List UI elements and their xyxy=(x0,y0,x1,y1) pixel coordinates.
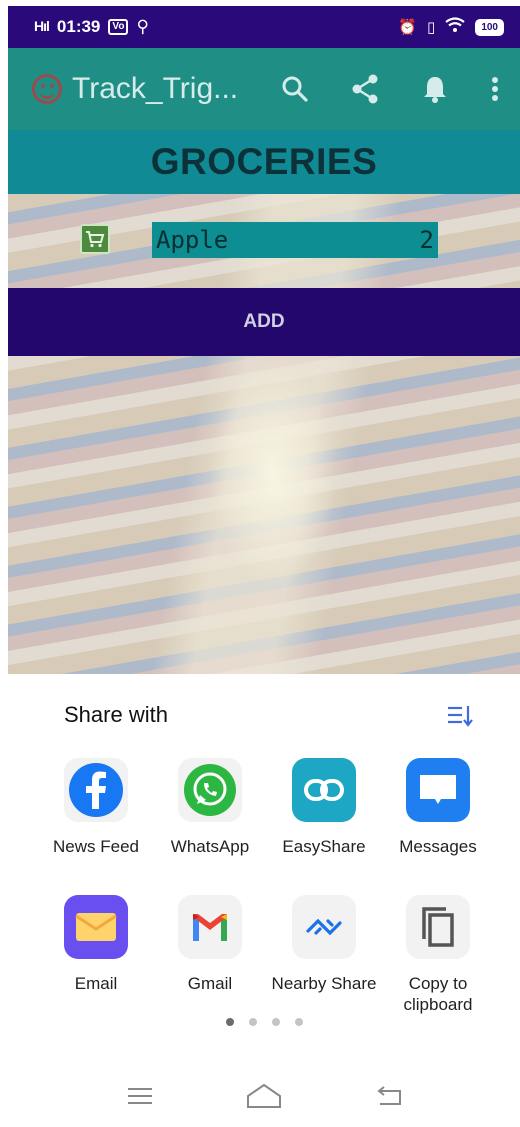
shopping-cart-icon xyxy=(80,224,110,254)
item-quantity: 2 xyxy=(419,226,434,254)
page-indicator xyxy=(8,1018,520,1026)
usb-icon: ⚲ xyxy=(136,17,149,36)
alarm-icon: ⏰ xyxy=(398,19,418,36)
page-dot[interactable] xyxy=(294,1018,303,1026)
nearby-share-icon xyxy=(292,895,356,959)
add-button[interactable]: ADD xyxy=(8,288,520,356)
page-dot[interactable] xyxy=(225,1018,234,1026)
volte-icon: Vo xyxy=(108,19,129,35)
home-button[interactable] xyxy=(234,1076,294,1116)
share-target-label: Gmail xyxy=(187,974,233,993)
section-title: GROCERIES xyxy=(8,130,520,194)
search-button[interactable] xyxy=(260,48,330,130)
search-icon xyxy=(282,76,308,102)
page-dot[interactable] xyxy=(248,1018,257,1026)
share-button[interactable] xyxy=(330,48,400,130)
share-sheet: Share with News Feed WhatsApp EasyShare … xyxy=(8,674,520,1127)
email-icon xyxy=(64,895,128,959)
status-time: 01:39 xyxy=(56,17,101,36)
item-field[interactable]: Apple 2 xyxy=(152,222,438,258)
facebook-icon xyxy=(64,758,128,822)
item-name: Apple xyxy=(156,226,229,254)
share-sheet-title: Share with xyxy=(64,702,168,727)
copy-icon xyxy=(406,895,470,959)
share-icon xyxy=(352,74,378,104)
share-target-label: WhatsApp xyxy=(170,837,250,856)
share-target-label: Email xyxy=(74,974,118,993)
share-target-email[interactable]: Email xyxy=(39,895,153,994)
share-target-news-feed[interactable]: News Feed xyxy=(39,758,153,857)
messages-icon xyxy=(406,758,470,822)
back-button[interactable] xyxy=(358,1076,418,1116)
more-vert-icon xyxy=(492,77,498,101)
share-target-nearby-share[interactable]: Nearby Share xyxy=(267,895,381,994)
navigation-bar xyxy=(8,1064,520,1127)
share-target-copy-to-clipboard[interactable]: Copy to clipboard xyxy=(381,895,495,1015)
whatsapp-icon xyxy=(178,758,242,822)
sort-button[interactable] xyxy=(446,702,474,730)
share-target-label: News Feed xyxy=(53,837,139,856)
back-icon xyxy=(377,1085,401,1105)
vibrate-icon: ▯ xyxy=(427,19,436,36)
menu-icon xyxy=(128,1087,152,1104)
battery-icon: 100 xyxy=(475,18,504,36)
home-icon xyxy=(247,1083,281,1108)
share-target-messages[interactable]: Messages xyxy=(381,758,495,857)
bell-icon xyxy=(424,77,446,103)
more-options-button[interactable] xyxy=(470,48,520,130)
share-target-label: Messages xyxy=(399,837,477,856)
wifi-icon xyxy=(445,17,465,37)
share-target-label: Copy to clipboard xyxy=(403,974,473,1014)
app-logo-icon xyxy=(32,74,62,104)
share-target-label: Nearby Share xyxy=(271,974,377,993)
app-bar: Track_Trig... xyxy=(8,48,520,130)
share-target-gmail[interactable]: Gmail xyxy=(153,895,267,994)
phone-screen: Hıl 01:39 Vo ⚲ ⏰ ▯ 100 Track_Trig... GRO… xyxy=(8,6,520,1127)
notifications-button[interactable] xyxy=(400,48,470,130)
signal-icon: Hıl xyxy=(34,17,50,34)
list-item[interactable]: Apple 2 xyxy=(8,194,520,288)
share-target-whatsapp[interactable]: WhatsApp xyxy=(153,758,267,857)
easyshare-icon xyxy=(292,758,356,822)
app-title: Track_Trig... xyxy=(72,72,239,105)
sort-icon xyxy=(448,706,473,727)
recents-button[interactable] xyxy=(110,1076,170,1116)
status-bar: Hıl 01:39 Vo ⚲ ⏰ ▯ 100 xyxy=(8,6,520,48)
share-target-label: EasyShare xyxy=(282,837,366,856)
page-dot[interactable] xyxy=(271,1018,280,1026)
gmail-icon xyxy=(178,895,242,959)
share-target-easyshare[interactable]: EasyShare xyxy=(267,758,381,857)
